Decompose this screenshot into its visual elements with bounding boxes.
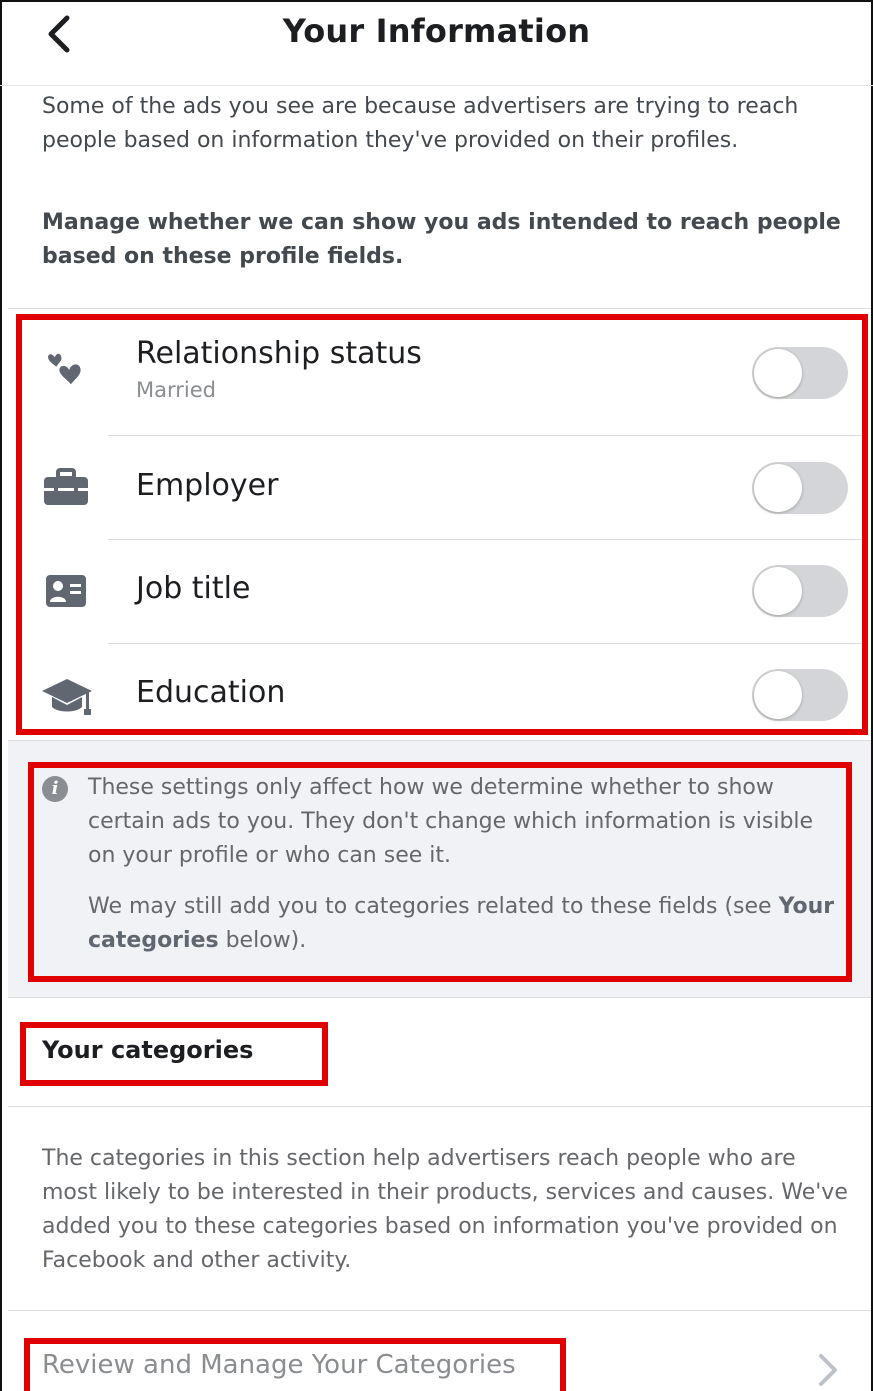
intro-text: Some of the ads you see are because adve… <box>42 94 799 153</box>
divider <box>8 308 871 309</box>
highlight-box-info <box>28 762 852 982</box>
divider <box>8 1106 871 1107</box>
page-title: Your Information <box>282 12 591 50</box>
divider <box>8 1310 871 1311</box>
header-bar: Your Information <box>0 0 873 86</box>
highlight-box-categories-heading <box>20 1022 328 1086</box>
highlight-box-settings <box>16 314 868 735</box>
manage-text: Manage whether we can show you ads inten… <box>42 210 841 269</box>
categories-description: The categories in this section help adve… <box>42 1146 848 1273</box>
highlight-box-review <box>24 1338 566 1391</box>
chevron-right-icon[interactable] <box>812 1352 842 1388</box>
